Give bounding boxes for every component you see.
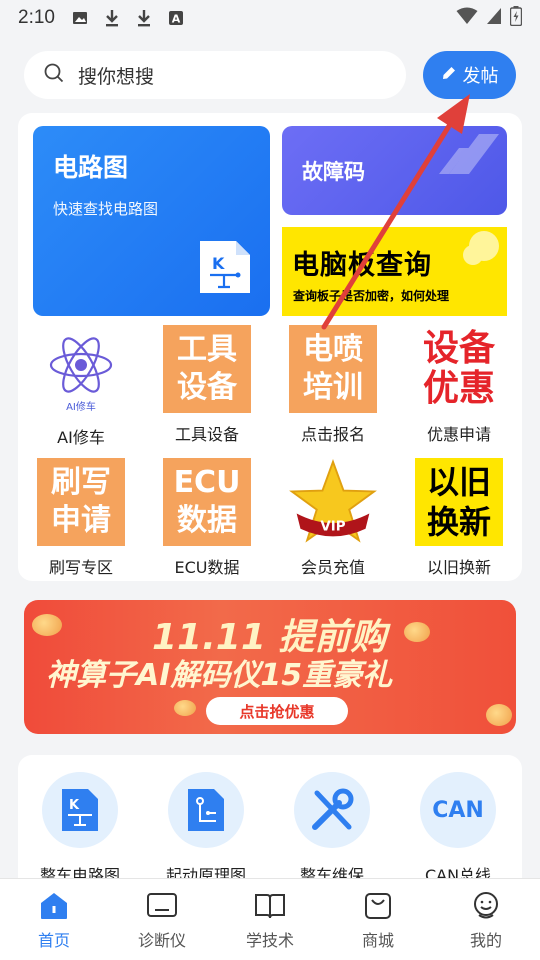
ecu-icon: ECU 数据 — [163, 458, 251, 546]
icon-text-line: 以旧 — [426, 463, 491, 501]
can-icon-text: CAN — [432, 797, 484, 823]
tool-equipment-icon: 工具 设备 — [163, 325, 251, 413]
grid-item-label: 点击报名 — [300, 425, 365, 444]
grid-item-discount-apply[interactable]: 设备 优惠 优惠申请 — [409, 325, 509, 445]
svg-text:A: A — [172, 13, 181, 26]
atom-icon: AI修车 — [37, 328, 125, 416]
grid-item-label: ECU数据 — [174, 558, 240, 577]
icon-text-line: 数据 — [177, 503, 237, 538]
grid-item-label: 以旧换新 — [426, 558, 491, 577]
schematic-doc-icon — [168, 772, 244, 848]
search-icon — [44, 63, 64, 87]
circuit-doc-icon: K — [200, 241, 250, 293]
grid-item-label: 会员充值 — [300, 558, 365, 577]
bottom-tab-bar: 首页 诊断仪 学技术 商城 我的 — [0, 878, 540, 960]
icon-text-line: 刷写 — [51, 465, 111, 500]
grid-item-flash-zone[interactable]: 刷写 申请 刷写专区 — [31, 458, 131, 578]
svg-text:K: K — [212, 254, 225, 273]
icon-text-line: 换新 — [426, 503, 491, 541]
tab-label: 我的 — [469, 931, 502, 950]
atom-icon-caption: AI修车 — [66, 400, 96, 413]
grid-item-label: AI修车 — [57, 428, 105, 447]
tab-label: 商城 — [361, 931, 394, 950]
vip-star-icon: VIP — [289, 458, 377, 546]
post-button[interactable]: 发帖 — [423, 51, 516, 99]
home-icon — [38, 891, 70, 921]
wifi-icon — [456, 7, 478, 30]
download-icon — [135, 9, 153, 27]
training-icon: 电喷 培训 — [289, 325, 377, 413]
vip-caption: VIP — [320, 520, 345, 535]
icon-text-line: 优惠 — [422, 368, 495, 409]
battery-icon — [509, 5, 523, 31]
tab-label: 首页 — [37, 931, 70, 950]
fault-code-tile[interactable]: 故障码 — [282, 126, 507, 215]
promo-banner[interactable]: 11.11 提前购 神算子AI解码仪15重豪礼 点击抢优惠 — [24, 600, 516, 734]
grid-item-member-recharge[interactable]: VIP 会员充值 — [283, 458, 383, 578]
tab-shop[interactable]: 商城 — [324, 879, 432, 960]
search-placeholder: 搜你想搜 — [78, 65, 155, 88]
decorative-coin — [404, 622, 430, 642]
status-bar: 2:10 A — [0, 0, 540, 36]
grid-item-label: 优惠申请 — [426, 425, 491, 444]
icon-text-line: 设备 — [422, 328, 495, 369]
decorative-stripes-icon — [439, 134, 499, 174]
grid-item-label: 刷写专区 — [48, 558, 113, 577]
tab-home[interactable]: 首页 — [0, 879, 108, 960]
post-button-label: 发帖 — [462, 66, 499, 87]
icon-text-line: 工具 — [177, 332, 237, 367]
board-tile-title: 电脑板查询 — [292, 250, 432, 281]
decorative-coin — [174, 700, 196, 716]
grid-item-training-signup[interactable]: 电喷 培训 点击报名 — [283, 325, 383, 445]
icon-text-line: 设备 — [177, 370, 237, 405]
tab-diagnostic[interactable]: 诊断仪 — [108, 879, 216, 960]
tab-label: 诊断仪 — [137, 931, 186, 950]
book-icon — [254, 891, 286, 921]
pen-icon — [441, 65, 457, 86]
quick-link-vehicle-circuit[interactable]: K 整车电路图 — [20, 772, 140, 885]
font-app-icon: A — [167, 9, 185, 27]
trade-in-icon: 以旧 换新 — [415, 458, 503, 546]
shop-bag-icon — [362, 891, 394, 921]
grid-item-trade-in[interactable]: 以旧 换新 以旧换新 — [409, 458, 509, 578]
icon-text-line: ECU — [173, 465, 241, 500]
can-bus-icon: CAN — [420, 772, 496, 848]
circuit-tile-title: 电路图 — [53, 153, 129, 182]
discount-icon: 设备 优惠 — [415, 325, 503, 413]
circuit-doc-icon: K — [42, 772, 118, 848]
grid-item-ecu-data[interactable]: ECU 数据 ECU数据 — [157, 458, 257, 578]
tab-label: 学技术 — [245, 931, 294, 950]
icon-text-line: 申请 — [51, 503, 111, 538]
signal-icon — [486, 7, 502, 30]
tab-learn[interactable]: 学技术 — [216, 879, 324, 960]
quick-link-start-schematic[interactable]: 起动原理图 — [146, 772, 266, 885]
status-time: 2:10 — [18, 7, 55, 28]
decorative-bubble — [463, 245, 483, 265]
board-query-tile[interactable]: 电脑板查询 查询板子是否加密，如何处理 — [282, 227, 507, 316]
grid-item-ai-repair[interactable]: AI修车 AI修车 — [31, 328, 131, 448]
diagnostic-icon — [146, 891, 178, 921]
quick-link-maintenance[interactable]: 整车维保 — [272, 772, 392, 885]
banner-cta-button[interactable]: 点击抢优惠 — [206, 697, 348, 725]
search-input[interactable]: 搜你想搜 — [24, 51, 406, 99]
image-icon — [71, 9, 89, 27]
icon-text-line: 电喷 — [303, 332, 363, 367]
circuit-tile-subtitle: 快速查找电路图 — [53, 200, 159, 218]
banner-subline: 神算子AI解码仪15重豪礼 — [46, 658, 393, 693]
download-icon — [103, 9, 121, 27]
svg-text:K: K — [69, 798, 80, 813]
icon-text-line: 培训 — [303, 370, 363, 405]
quick-links-card: K 整车电路图 起动原理图 整车维保 CAN CAN总线 — [18, 755, 522, 885]
decorative-coin — [32, 614, 62, 636]
tab-profile[interactable]: 我的 — [432, 879, 540, 960]
flash-icon: 刷写 申请 — [37, 458, 125, 546]
profile-icon — [470, 891, 502, 921]
quick-link-can-bus[interactable]: CAN CAN总线 — [398, 772, 518, 885]
wrench-screwdriver-icon — [294, 772, 370, 848]
circuit-diagram-tile[interactable]: 电路图 快速查找电路图 K — [33, 126, 270, 316]
grid-item-tool-equipment[interactable]: 工具 设备 工具设备 — [157, 325, 257, 445]
decorative-coin — [486, 704, 512, 726]
board-tile-subtitle: 查询板子是否加密，如何处理 — [293, 289, 450, 303]
grid-item-label: 工具设备 — [174, 425, 239, 444]
